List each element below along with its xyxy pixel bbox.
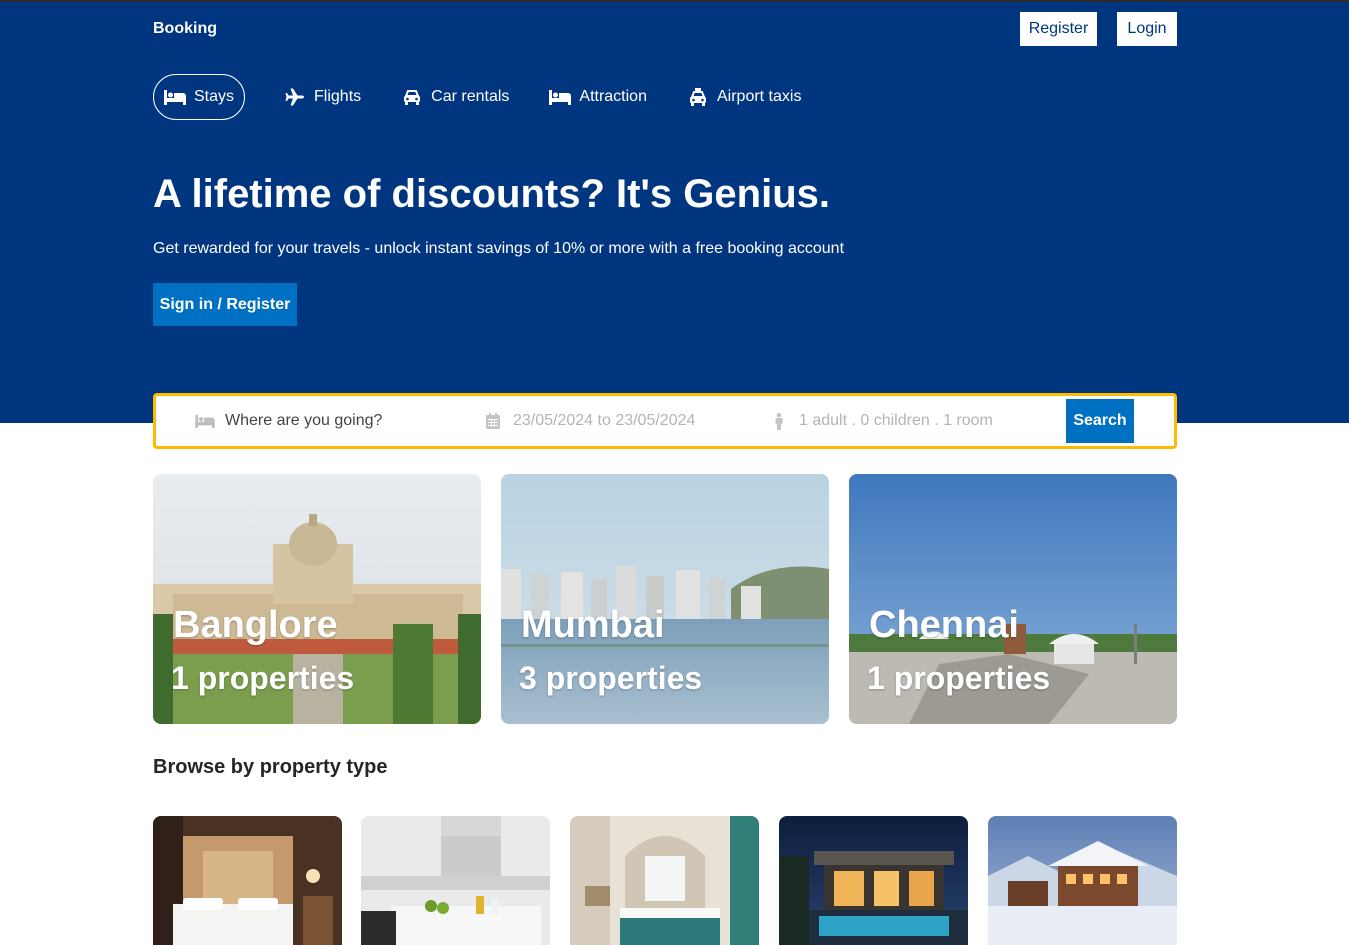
person-icon <box>768 412 790 430</box>
property-type-card[interactable] <box>570 816 759 945</box>
sign-in-register-button[interactable]: Sign in / Register <box>153 283 297 326</box>
hero-title: A lifetime of discounts? It's Genius. <box>153 172 830 216</box>
tab-label: Stays <box>194 88 235 105</box>
taxi-icon <box>687 88 709 106</box>
tab-label: Attraction <box>579 88 647 105</box>
tab-car-rentals[interactable]: Car rentals <box>401 74 509 120</box>
calendar-icon <box>482 412 504 430</box>
featured-city-card[interactable]: Chennai 1 properties <box>849 474 1177 724</box>
guests-field[interactable]: 1 adult . 0 children . 1 room <box>768 396 993 446</box>
tab-label: Car rentals <box>431 88 510 105</box>
date-range-text: 23/05/2024 to 23/05/2024 <box>513 412 696 429</box>
tab-flights[interactable]: Flights <box>284 74 361 120</box>
tab-label: Flights <box>314 88 362 105</box>
brand-logo[interactable]: Booking <box>153 20 217 38</box>
car-icon <box>401 88 423 106</box>
property-type-card[interactable] <box>988 816 1177 945</box>
property-type-card[interactable] <box>779 816 968 945</box>
register-button[interactable]: Register <box>1020 12 1097 46</box>
search-button[interactable]: Search <box>1066 399 1134 443</box>
property-photo-apartment <box>361 816 550 945</box>
city-name: Chennai <box>869 604 1019 646</box>
hero-header: Booking Register Login Stays Flights Car… <box>0 2 1349 423</box>
guests-text: 1 adult . 0 children . 1 room <box>799 412 993 429</box>
featured-city-card[interactable]: Banglore 1 properties <box>153 474 481 724</box>
city-property-count: 1 properties <box>171 660 355 696</box>
property-type-heading: Browse by property type <box>153 756 388 778</box>
date-field[interactable]: 23/05/2024 to 23/05/2024 <box>482 396 695 446</box>
hero-subtitle: Get rewarded for your travels - unlock i… <box>153 240 845 257</box>
destination-input[interactable] <box>225 412 445 430</box>
property-photo-cabin <box>988 816 1177 945</box>
tab-airport-taxis[interactable]: Airport taxis <box>687 74 801 120</box>
bed-icon <box>549 88 572 106</box>
plane-icon <box>284 88 306 106</box>
search-bar: 23/05/2024 to 23/05/2024 1 adult . 0 chi… <box>153 393 1177 449</box>
city-name: Mumbai <box>521 604 665 646</box>
property-type-card[interactable] <box>153 816 342 945</box>
featured-city-card[interactable]: Mumbai 3 properties <box>501 474 829 724</box>
property-photo-villa <box>779 816 968 945</box>
property-type-card[interactable] <box>361 816 550 945</box>
tab-label: Airport taxis <box>716 88 802 105</box>
property-photo-resort <box>570 816 759 945</box>
bed-icon <box>164 88 186 106</box>
login-button[interactable]: Login <box>1117 12 1177 46</box>
tab-stays[interactable]: Stays <box>153 74 246 120</box>
destination-field[interactable] <box>194 396 454 446</box>
tab-attraction[interactable]: Attraction <box>549 74 647 120</box>
property-photo-hotel <box>153 816 342 945</box>
city-property-count: 1 properties <box>867 660 1051 696</box>
nav-tabs: Stays Flights Car rentals Attraction Air… <box>153 74 841 120</box>
bed-icon <box>194 412 216 430</box>
city-name: Banglore <box>173 604 338 646</box>
city-property-count: 3 properties <box>519 660 703 696</box>
